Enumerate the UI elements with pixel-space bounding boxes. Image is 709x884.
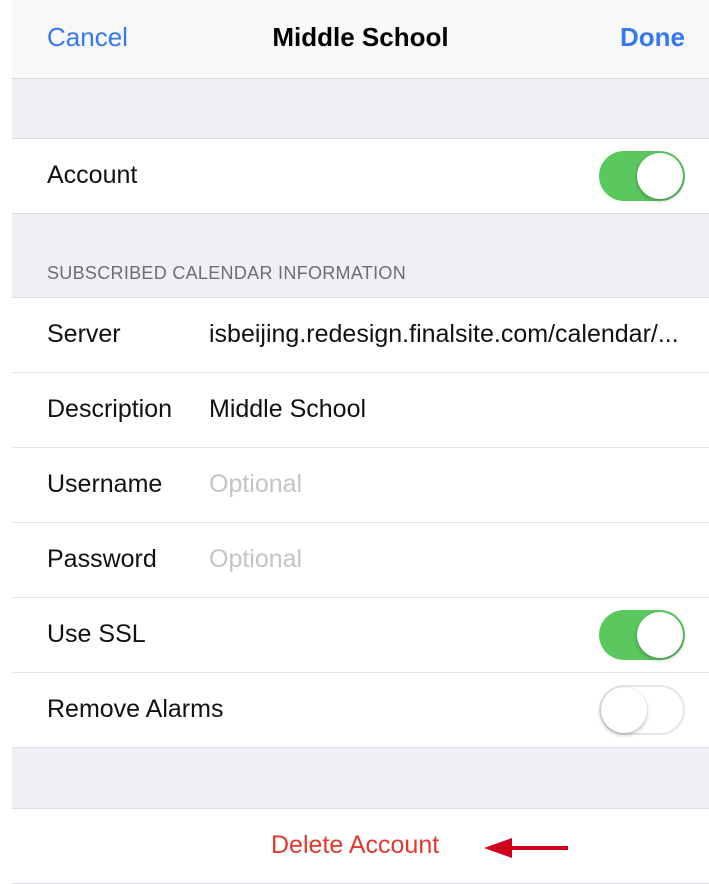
password-label: Password: [47, 545, 157, 573]
description-field[interactable]: Middle School: [209, 395, 366, 424]
use-ssl-row: Use SSL: [12, 598, 709, 673]
toggle-knob: [637, 612, 683, 658]
server-field[interactable]: isbeijing.redesign.finalsite.com/calenda…: [209, 320, 679, 349]
settings-screen: Cancel Middle School Done Account SUBSCR…: [12, 0, 709, 884]
calendar-info-group: Server isbeijing.redesign.finalsite.com/…: [12, 297, 709, 748]
description-row[interactable]: Description Middle School: [12, 373, 709, 448]
delete-account-button[interactable]: Delete Account: [271, 831, 439, 860]
username-label: Username: [47, 470, 163, 498]
username-row[interactable]: Username Optional: [12, 448, 709, 523]
server-label: Server: [47, 320, 121, 348]
account-row: Account: [12, 139, 709, 213]
section-header: SUBSCRIBED CALENDAR INFORMATION: [47, 263, 407, 283]
navigation-bar: Cancel Middle School Done: [12, 0, 709, 79]
account-label: Account: [47, 161, 138, 189]
username-field[interactable]: Optional: [209, 470, 302, 499]
account-toggle[interactable]: [599, 151, 685, 201]
description-label: Description: [47, 395, 173, 423]
password-field[interactable]: Optional: [209, 545, 302, 574]
remove-alarms-toggle[interactable]: [599, 685, 685, 735]
password-row[interactable]: Password Optional: [12, 523, 709, 598]
arrow-head: [484, 838, 512, 858]
use-ssl-toggle[interactable]: [599, 610, 685, 660]
toggle-knob: [637, 153, 683, 199]
use-ssl-label: Use SSL: [47, 620, 146, 648]
remove-alarms-row: Remove Alarms: [12, 673, 709, 747]
delete-account-row[interactable]: Delete Account: [12, 808, 709, 884]
account-group: Account: [12, 138, 709, 214]
toggle-knob: [601, 687, 647, 733]
annotation-arrow-icon: [484, 838, 568, 858]
done-button[interactable]: Done: [620, 22, 685, 53]
server-row[interactable]: Server isbeijing.redesign.finalsite.com/…: [12, 298, 709, 373]
cancel-button[interactable]: Cancel: [47, 22, 128, 53]
remove-alarms-label: Remove Alarms: [47, 695, 224, 723]
